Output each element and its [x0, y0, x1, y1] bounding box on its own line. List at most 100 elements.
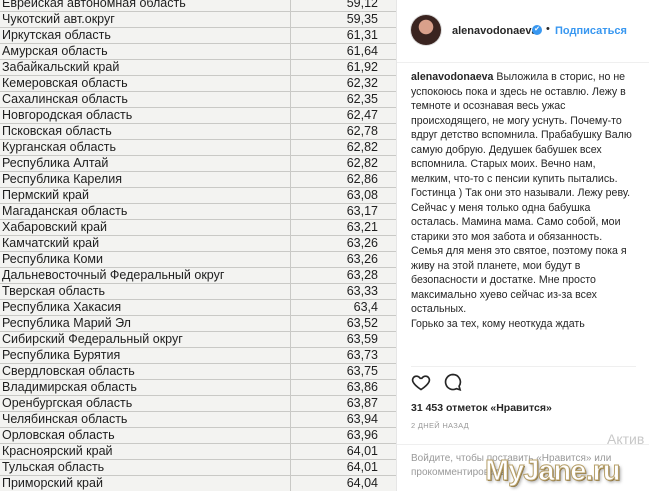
region-name: Республика Карелия [2, 172, 122, 186]
region-name: Тульская область [2, 460, 105, 474]
table-row: Иркутская область 61,31 [0, 27, 396, 44]
region-value: 63,28 [346, 268, 378, 282]
watermark-logo: MyJane.ru [484, 455, 620, 488]
region-value: 63,21 [346, 220, 378, 234]
login-link[interactable]: Войдите [411, 453, 450, 464]
table-row: Магаданская область 63,17 [0, 203, 396, 220]
region-value: 62,32 [346, 76, 378, 90]
region-name: Сахалинская область [2, 92, 128, 106]
table-row: Новгородская область 62,47 [0, 107, 396, 124]
region-value: 62,35 [346, 92, 378, 106]
instagram-post-panel: alenavodonaeva ✔ • Подписаться alenavodo… [396, 0, 649, 491]
heart-icon[interactable] [411, 372, 431, 392]
table-row: Приморский край 64,04 [0, 475, 396, 491]
region-name: Магаданская область [2, 204, 128, 218]
table-row: Сибирский Федеральный округ 63,59 [0, 331, 396, 348]
separator-dot: • [546, 23, 550, 35]
region-name: Орловская область [2, 428, 115, 442]
table-row: Владимирская область 63,86 [0, 379, 396, 396]
table-row: Амурская область 61,64 [0, 43, 396, 60]
region-value: 63,33 [346, 284, 378, 298]
region-value: 63,08 [346, 188, 378, 202]
region-name: Камчатский край [2, 236, 100, 250]
table-row: Республика Хакасия 63,4 [0, 299, 396, 316]
region-value: 63,17 [346, 204, 378, 218]
region-name: Еврейская автономная область [2, 0, 186, 10]
actions-divider [411, 366, 636, 367]
region-value: 63,87 [346, 396, 378, 410]
region-name: Приморский край [2, 476, 103, 490]
avatar[interactable] [411, 15, 441, 45]
region-name: Кемеровская область [2, 76, 128, 90]
region-name: Челябинская область [2, 412, 128, 426]
region-value: 63,59 [346, 332, 378, 346]
table-row: Республика Алтай 62,82 [0, 155, 396, 172]
caption-text: Выложила в сторис, но не успокоюсь пока … [411, 71, 632, 330]
table-row: Забайкальский край 61,92 [0, 59, 396, 76]
table-row: Красноярский край 64,01 [0, 443, 396, 460]
table-row: Псковская область 62,78 [0, 123, 396, 140]
region-value: 62,78 [346, 124, 378, 138]
table-row: Республика Бурятия 63,73 [0, 347, 396, 364]
follow-button[interactable]: Подписаться [555, 25, 627, 37]
table-row: Республика Карелия 62,86 [0, 171, 396, 188]
region-name: Пермский край [2, 188, 89, 202]
table-row: Челябинская область 63,94 [0, 411, 396, 428]
region-value: 61,64 [346, 44, 378, 58]
region-name: Республика Алтай [2, 156, 109, 170]
region-name: Свердловская область [2, 364, 135, 378]
region-name: Курганская область [2, 140, 116, 154]
table-row: Республика Коми 63,26 [0, 251, 396, 268]
comment-icon[interactable] [443, 372, 463, 392]
post-caption: alenavodonaeva Выложила в сторис, но не … [411, 70, 637, 366]
likes-count[interactable]: 31 453 отметок «Нравится» [411, 402, 552, 414]
region-name: Тверская область [2, 284, 105, 298]
region-name: Республика Бурятия [2, 348, 121, 362]
region-value: 63,86 [346, 380, 378, 394]
region-value: 62,86 [346, 172, 378, 186]
region-value: 63,96 [346, 428, 378, 442]
footer-divider [397, 444, 649, 445]
table-row: Орловская область 63,96 [0, 427, 396, 444]
region-value: 61,31 [346, 28, 378, 42]
region-name: Псковская область [2, 124, 112, 138]
table-row: Кемеровская область 62,32 [0, 75, 396, 92]
region-name: Красноярский край [2, 444, 113, 458]
region-name: Республика Коми [2, 252, 104, 266]
regions-table: Еврейская автономная область 59,12 Чукотск… [0, 0, 396, 491]
region-value: 62,82 [346, 140, 378, 154]
post-timestamp: 2 ДНЕЙ НАЗАД [411, 421, 470, 430]
region-value: 64,01 [346, 444, 378, 458]
region-value: 64,01 [346, 460, 378, 474]
region-value: 62,82 [346, 156, 378, 170]
verified-badge-icon: ✔ [532, 25, 542, 35]
region-name: Амурская область [2, 44, 108, 58]
region-value: 62,47 [346, 108, 378, 122]
region-name: Республика Марий Эл [2, 316, 131, 330]
region-value: 63,52 [346, 316, 378, 330]
region-value: 63,4 [353, 300, 378, 314]
table-row: Оренбургская область 63,87 [0, 395, 396, 412]
column-divider [290, 0, 291, 491]
post-header: alenavodonaeva ✔ • Подписаться [397, 0, 649, 63]
region-name: Чукотский авт.округ [2, 12, 115, 26]
table-row: Тульская область 64,01 [0, 459, 396, 476]
table-row: Курганская область 62,82 [0, 139, 396, 156]
region-name: Дальневосточный Федеральный округ [2, 268, 225, 282]
table-row: Тверская область 63,33 [0, 283, 396, 300]
caption-author-link[interactable]: alenavodonaeva [411, 71, 493, 83]
region-name: Иркутская область [2, 28, 111, 42]
region-value: 63,75 [346, 364, 378, 378]
region-name: Республика Хакасия [2, 300, 122, 314]
table-row: Пермский край 63,08 [0, 187, 396, 204]
table-row: Чукотский авт.округ 59,35 [0, 11, 396, 28]
table-row: Свердловская область 63,75 [0, 363, 396, 380]
username-link[interactable]: alenavodonaeva [452, 25, 538, 37]
region-name: Сибирский Федеральный округ [2, 332, 183, 346]
region-value: 63,26 [346, 252, 378, 266]
region-name: Владимирская область [2, 380, 137, 394]
region-name: Новгородская область [2, 108, 133, 122]
region-name: Забайкальский край [2, 60, 120, 74]
region-value: 59,35 [346, 12, 378, 26]
region-value: 64,04 [346, 476, 378, 490]
